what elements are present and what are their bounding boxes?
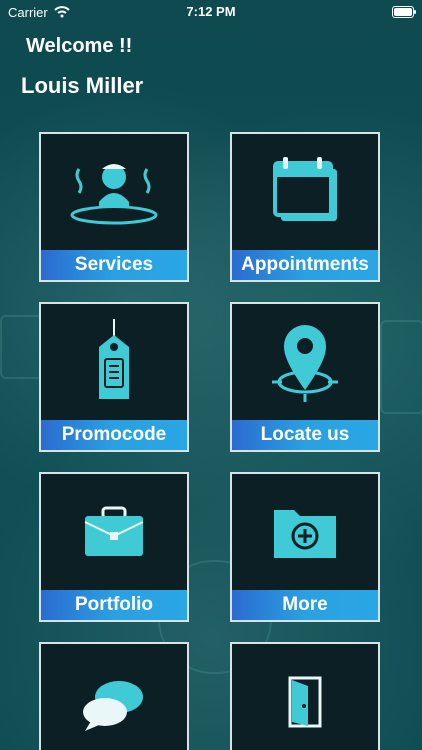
tile-promocode[interactable]: Promocode (39, 302, 189, 452)
tile-chat[interactable] (39, 642, 189, 750)
tag-icon (89, 317, 139, 407)
user-name: Louis Miller (21, 73, 144, 98)
tile-label: Locate us (232, 420, 378, 450)
status-bar: Carrier 7:12 PM (0, 0, 422, 24)
tile-appointments[interactable]: Appointments (230, 132, 380, 282)
tile-locate-us[interactable]: Locate us (230, 302, 380, 452)
tile-label: Portfolio (41, 590, 187, 620)
tile-portfolio[interactable]: Portfolio (39, 472, 189, 622)
briefcase-icon (79, 502, 149, 562)
folder-plus-icon (270, 502, 340, 562)
tile-logout[interactable] (230, 642, 380, 750)
background-decoration (380, 320, 422, 414)
tile-label: Services (41, 250, 187, 280)
tile-more[interactable]: More (230, 472, 380, 622)
calendar-icon (265, 157, 345, 227)
welcome-text: Welcome !! (26, 35, 133, 57)
chat-bubbles-icon (79, 677, 149, 732)
door-exit-icon (280, 672, 330, 732)
tile-label: Appointments (232, 250, 378, 280)
map-pin-icon (270, 322, 340, 402)
status-time: 7:12 PM (186, 4, 236, 19)
spa-person-icon (69, 157, 159, 227)
tile-label: More (232, 590, 378, 620)
battery-icon (392, 6, 416, 18)
tile-services[interactable]: Services (39, 132, 189, 282)
tile-label: Promocode (41, 420, 187, 450)
